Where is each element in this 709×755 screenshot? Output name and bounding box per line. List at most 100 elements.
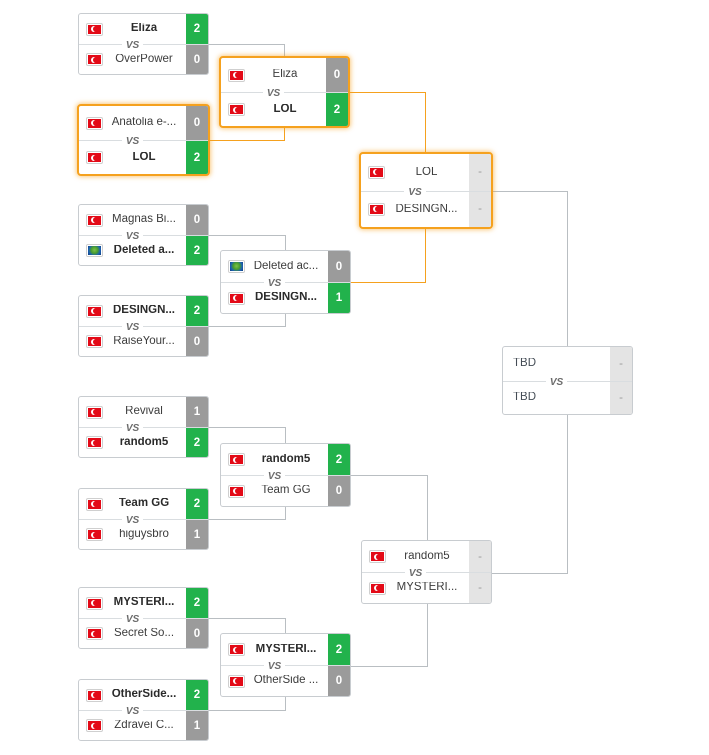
team-name: Zdravei C... <box>114 719 174 731</box>
match-row-bottom[interactable]: Team GG 0 <box>221 475 350 506</box>
flag-turkey-icon <box>370 551 385 562</box>
match-row-bottom[interactable]: MYSTERI... - <box>362 572 491 603</box>
c-r1m8-h <box>209 710 286 711</box>
match-r1m6[interactable]: Team GG 2 higuysbro 1 VS <box>78 488 209 550</box>
team-entry[interactable]: random5 <box>221 444 328 475</box>
match-row-top[interactable]: LOL - <box>361 154 491 191</box>
team-score: 0 <box>328 476 350 506</box>
match-r1m7[interactable]: MYSTERI... 2 Secret So... 0 VS <box>78 587 209 649</box>
match-r1m2[interactable]: Anatolia e-... 0 LOL 2 VS <box>77 104 210 176</box>
c-r1m6-h <box>209 519 286 520</box>
team-entry[interactable]: DESINGN... <box>221 283 328 313</box>
team-entry[interactable]: LOL <box>221 93 326 126</box>
team-entry[interactable]: DESINGN... <box>79 296 186 326</box>
match-r2m1[interactable]: Eliza 0 LOL 2 VS <box>219 56 350 128</box>
team-entry[interactable]: RaiseYour... <box>79 327 186 356</box>
match-r2m2[interactable]: Deleted ac... 0 DESINGN... 1 VS <box>220 250 351 314</box>
team-name: OverPower <box>115 53 173 65</box>
match-row-bottom[interactable]: DESINGN... - <box>361 190 491 228</box>
match-row-bottom[interactable]: Zdravei C... 1 <box>79 710 208 740</box>
match-r2m3[interactable]: random5 2 Team GG 0 VS <box>220 443 351 507</box>
match-row-top[interactable]: OtherSide... 2 <box>79 680 208 710</box>
team-entry[interactable]: Revival <box>79 397 186 427</box>
team-score: 2 <box>186 236 208 265</box>
team-name: LOL <box>415 166 438 178</box>
flag-turkey-icon <box>87 720 102 731</box>
match-row-top[interactable]: random5 2 <box>221 444 350 475</box>
flag-turkey-icon <box>87 529 102 540</box>
match-row-bottom[interactable]: LOL 2 <box>221 92 348 126</box>
team-entry[interactable]: Team GG <box>79 489 186 519</box>
team-entry[interactable]: Eliza <box>221 58 326 92</box>
team-name: Team GG <box>261 485 311 497</box>
match-row-bottom[interactable]: Deleted a... 2 <box>79 235 208 265</box>
team-entry[interactable]: Team GG <box>221 476 328 506</box>
team-name: higuysbro <box>119 528 169 540</box>
match-row-top[interactable]: DESINGN... 2 <box>79 296 208 326</box>
match-r1m4[interactable]: DESINGN... 2 RaiseYour... 0 VS <box>78 295 209 357</box>
match-row-top[interactable]: Revival 1 <box>79 397 208 427</box>
team-entry[interactable]: random5 <box>362 541 469 572</box>
team-entry[interactable]: Magnas Bi... <box>79 205 186 235</box>
flag-turkey-icon <box>87 689 102 701</box>
match-row-bottom[interactable]: DESINGN... 1 <box>221 282 350 313</box>
team-entry[interactable]: Deleted a... <box>79 236 186 265</box>
team-entry[interactable]: TBD <box>503 382 610 415</box>
c-r3m1-h <box>493 191 568 192</box>
match-row-bottom[interactable]: random5 2 <box>79 427 208 457</box>
match-r1m8[interactable]: OtherSide... 2 Zdravei C... 1 VS <box>78 679 209 741</box>
match-row-bottom[interactable]: RaiseYour... 0 <box>79 326 208 356</box>
team-name: TBD <box>513 392 536 403</box>
match-row-top[interactable]: MYSTERI... 2 <box>79 588 208 618</box>
match-row-top[interactable]: MYSTERI... 2 <box>221 634 350 665</box>
team-entry[interactable]: random5 <box>79 428 186 457</box>
match-r4m1[interactable]: TBD - TBD - VS <box>502 346 633 415</box>
team-entry[interactable]: LOL <box>79 141 186 174</box>
team-entry[interactable]: Eliza <box>79 14 186 44</box>
match-row-bottom[interactable]: TBD - <box>503 380 632 415</box>
team-entry[interactable]: Deleted ac... <box>221 251 328 282</box>
team-entry[interactable]: LOL <box>361 154 469 191</box>
match-row-top[interactable]: Deleted ac... 0 <box>221 251 350 282</box>
match-row-top[interactable]: Eliza 2 <box>79 14 208 44</box>
team-entry[interactable]: OtherSide... <box>79 680 186 710</box>
team-entry[interactable]: DESINGN... <box>361 192 469 228</box>
match-r1m5[interactable]: Revival 1 random5 2 VS <box>78 396 209 458</box>
flag-turkey-icon <box>229 104 244 115</box>
team-score: 0 <box>186 205 208 235</box>
match-row-top[interactable]: TBD - <box>503 347 632 381</box>
team-name: DESINGN... <box>395 203 458 215</box>
match-row-bottom[interactable]: higuysbro 1 <box>79 519 208 549</box>
match-row-bottom[interactable]: LOL 2 <box>79 140 208 174</box>
match-row-top[interactable]: random5 - <box>362 541 491 572</box>
team-entry[interactable]: MYSTERI... <box>221 634 328 665</box>
match-r3m1[interactable]: LOL - DESINGN... - VS <box>359 152 493 229</box>
match-row-top[interactable]: Eliza 0 <box>221 58 348 92</box>
team-score: 2 <box>328 444 350 475</box>
match-r1m3[interactable]: Magnas Bi... 0 Deleted a... 2 VS <box>78 204 209 266</box>
team-entry[interactable]: higuysbro <box>79 520 186 549</box>
team-name: Deleted a... <box>113 244 175 256</box>
team-entry[interactable]: OverPower <box>79 45 186 74</box>
match-r3m2[interactable]: random5- MYSTERI... - VS <box>361 540 492 604</box>
match-row-top[interactable]: Magnas Bi... 0 <box>79 205 208 235</box>
match-r2m4[interactable]: MYSTERI... 2 OtherSide ... 0 VS <box>220 633 351 697</box>
team-entry[interactable]: MYSTERI... <box>362 573 469 603</box>
match-row-top[interactable]: Anatolia e-... 0 <box>79 106 208 140</box>
match-r1m1[interactable]: Eliza 2 OverPower 0 VS <box>78 13 209 75</box>
team-entry[interactable]: MYSTERI... <box>79 588 186 618</box>
team-name: DESINGN... <box>113 305 175 317</box>
team-entry[interactable]: Zdravei C... <box>79 711 186 740</box>
team-entry[interactable]: TBD <box>503 347 610 381</box>
c-r3m2-v <box>567 415 568 574</box>
team-name: MYSTERI... <box>113 597 175 609</box>
team-entry[interactable]: Secret So... <box>79 619 186 648</box>
team-entry[interactable]: Anatolia e-... <box>79 106 186 140</box>
match-row-bottom[interactable]: Secret So... 0 <box>79 618 208 648</box>
match-row-bottom[interactable]: OverPower 0 <box>79 44 208 74</box>
match-row-bottom[interactable]: OtherSide ... 0 <box>221 665 350 696</box>
c-r1m3-h <box>209 235 286 236</box>
flag-turkey-icon <box>87 597 102 609</box>
match-row-top[interactable]: Team GG 2 <box>79 489 208 519</box>
team-entry[interactable]: OtherSide ... <box>221 666 328 696</box>
